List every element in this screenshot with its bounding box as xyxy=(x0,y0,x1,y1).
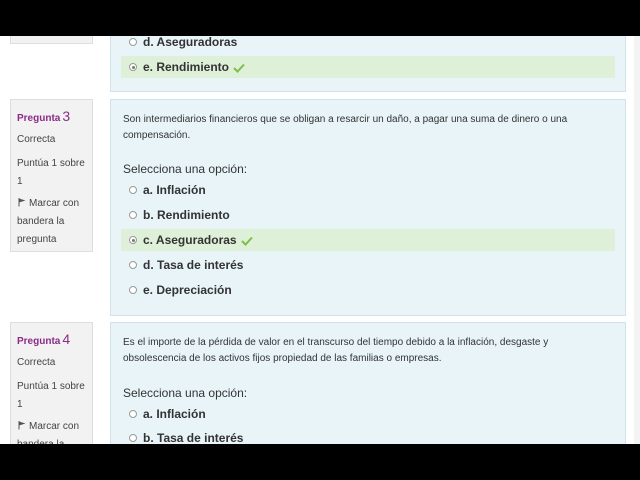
question-state: Correcta xyxy=(17,134,56,145)
option-q3-e[interactable]: e. Depreciación xyxy=(121,279,615,301)
radio-button[interactable] xyxy=(129,434,137,442)
option-q4-b[interactable]: b. Tasa de interés xyxy=(121,427,615,444)
radio-button[interactable] xyxy=(129,211,137,219)
question-3-info: Pregunta 3 Correcta Puntúa 1 sobre 1 Marc… xyxy=(10,99,93,252)
question-state: Correcta xyxy=(17,357,56,368)
quiz-review-viewport: d. Aseguradoras e. Rendimiento Pregunta 3… xyxy=(0,36,640,444)
question-number: Pregunta 3 xyxy=(17,108,71,124)
question-text: Son intermediarios financieros que se ob… xyxy=(123,114,568,141)
flag-question-link[interactable]: Marcar con bandera la pregunta xyxy=(17,195,86,249)
question-4-info: Pregunta 4 Correcta Puntúa 1 sobre 1 Marc… xyxy=(10,322,93,444)
flag-icon xyxy=(18,198,26,207)
answer-prompt: Selecciona una opción: xyxy=(123,386,248,400)
radio-button[interactable] xyxy=(129,186,137,194)
option-q2-d[interactable]: d. Aseguradoras xyxy=(121,36,615,53)
option-q4-a[interactable]: a. Inflación xyxy=(121,403,615,425)
radio-button[interactable] xyxy=(129,286,137,294)
flag-question-link[interactable]: Marcar con bandera la pregunta xyxy=(17,418,86,444)
radio-button[interactable] xyxy=(129,261,137,269)
question-text: Es el importe de la pérdida de valor en … xyxy=(123,337,549,364)
question-2-content: d. Aseguradoras e. Rendimiento xyxy=(110,36,626,92)
question-grade: Puntúa 1 sobre 1 xyxy=(17,158,85,187)
option-q2-e[interactable]: e. Rendimiento xyxy=(121,56,615,78)
question-3-content: Son intermediarios financieros que se ob… xyxy=(110,99,626,316)
question-number: Pregunta 4 xyxy=(17,331,71,347)
option-q3-d[interactable]: d. Tasa de interés xyxy=(121,254,615,276)
question-2-info xyxy=(10,36,93,44)
radio-button[interactable] xyxy=(129,38,137,46)
radio-button[interactable] xyxy=(129,410,137,418)
check-icon xyxy=(240,236,253,246)
option-q3-b[interactable]: b. Rendimiento xyxy=(121,204,615,226)
question-4-content: Es el importe de la pérdida de valor en … xyxy=(110,322,626,444)
question-grade: Puntúa 1 sobre 1 xyxy=(17,381,85,410)
option-q3-c[interactable]: c. Aseguradoras xyxy=(121,229,615,251)
check-icon xyxy=(233,63,245,73)
scrollbar[interactable] xyxy=(634,36,640,444)
radio-button-selected[interactable] xyxy=(129,63,137,71)
answer-prompt: Selecciona una opción: xyxy=(123,162,248,176)
radio-button-selected[interactable] xyxy=(129,236,137,244)
flag-icon xyxy=(18,421,26,430)
option-q3-a[interactable]: a. Inflación xyxy=(121,179,615,201)
